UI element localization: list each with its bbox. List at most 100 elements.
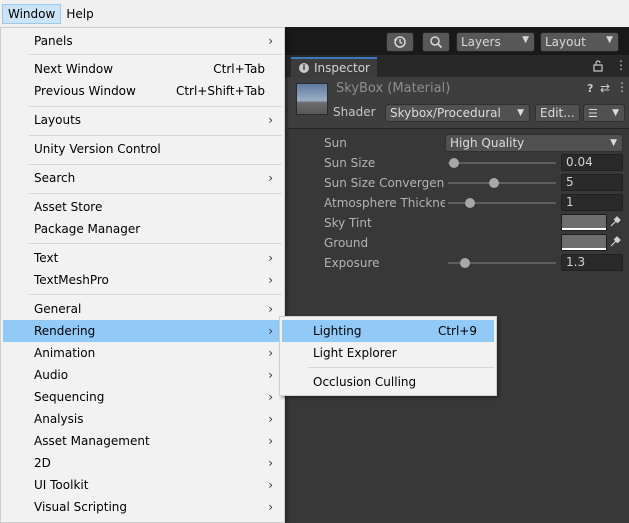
prop-sun-value: High Quality <box>450 136 525 150</box>
inspector-tab-label: Inspector <box>314 61 370 75</box>
menu-item-sequencing[interactable]: Sequencing › <box>3 386 282 408</box>
menu-item-package-manager[interactable]: Package Manager <box>3 218 282 240</box>
menu-item-general[interactable]: General › <box>3 298 282 320</box>
menu-item-label: Animation <box>34 346 96 360</box>
menu-item-label: Panels <box>34 34 73 48</box>
help-icon[interactable]: ? <box>587 82 593 95</box>
editor-toolbar: Layers ▼ Layout ▼ <box>283 27 629 55</box>
menu-item-previous-window[interactable]: Previous Window Ctrl+Shift+Tab <box>3 80 282 102</box>
prop-exposure-slider-handle[interactable] <box>460 258 470 268</box>
history-button[interactable] <box>386 32 414 52</box>
menu-separator <box>29 164 282 165</box>
prop-atmosphere-thickness-slider-handle[interactable] <box>465 198 475 208</box>
shader-value: Skybox/Procedural <box>390 106 501 120</box>
menu-item-label: Package Manager <box>34 222 141 236</box>
layers-dropdown[interactable]: Layers ▼ <box>456 32 535 52</box>
prop-sky-tint-label: Sky Tint <box>324 216 372 230</box>
prop-sun-size-field[interactable]: 0.04 <box>561 154 623 171</box>
menu-item-layouts[interactable]: Layouts › <box>3 109 282 131</box>
menu-item-text[interactable]: Text › <box>3 247 282 269</box>
menu-item-unity-version-control[interactable]: Unity Version Control <box>3 138 282 160</box>
list-icon: ☰ <box>588 107 598 120</box>
chevron-right-icon: › <box>268 113 273 127</box>
menu-item-label: 2D <box>34 456 51 470</box>
menu-item-occlusion-culling[interactable]: Occlusion Culling <box>282 371 494 393</box>
menu-item-rendering[interactable]: Rendering › <box>3 320 282 342</box>
settings-sliders-icon[interactable]: ⇄ <box>600 81 610 95</box>
prop-sun-size-convergence-slider[interactable] <box>448 182 556 184</box>
menu-item-shortcut: Ctrl+Shift+Tab <box>175 84 265 98</box>
tab-inspector[interactable]: i Inspector <box>291 57 377 77</box>
lock-icon[interactable] <box>593 60 603 72</box>
menu-bar: Window Help <box>0 0 629 27</box>
menu-item-visual-scripting[interactable]: Visual Scripting › <box>3 496 282 518</box>
menu-item-panels[interactable]: Panels › <box>3 30 282 52</box>
chevron-right-icon: › <box>268 478 273 492</box>
history-icon <box>394 36 406 48</box>
material-preview-thumbnail <box>296 83 328 115</box>
menu-separator <box>29 243 282 244</box>
menu-item-textmeshpro[interactable]: TextMeshPro › <box>3 269 282 291</box>
window-menu: Panels › Next Window Ctrl+Tab Previous W… <box>0 27 285 523</box>
menu-item-light-explorer[interactable]: Light Explorer <box>282 342 494 364</box>
eyedropper-icon[interactable] <box>609 216 621 228</box>
menu-separator <box>308 367 494 368</box>
search-button[interactable] <box>422 32 450 52</box>
menu-help[interactable]: Help <box>61 4 98 24</box>
menu-item-label: Unity Version Control <box>34 142 161 156</box>
menu-item-label: Text <box>34 251 59 265</box>
chevron-right-icon: › <box>268 34 273 48</box>
layout-dropdown[interactable]: Layout ▼ <box>540 32 619 52</box>
shader-options-button[interactable]: ☰ ▼ <box>583 104 625 122</box>
menu-item-label: Layouts <box>34 113 82 127</box>
more-options-icon[interactable]: ⋮ <box>615 58 627 72</box>
chevron-right-icon: › <box>268 390 273 404</box>
rendering-submenu: Lighting Ctrl+9 Light Explorer Occlusion… <box>279 316 497 396</box>
chevron-down-icon: ▼ <box>517 108 524 118</box>
chevron-down-icon: ▼ <box>612 108 619 118</box>
shader-dropdown[interactable]: Skybox/Procedural ▼ <box>385 104 530 122</box>
menu-item-label: Analysis <box>34 412 84 426</box>
menu-item-audio[interactable]: Audio › <box>3 364 282 386</box>
prop-sun-size-slider[interactable] <box>448 162 556 164</box>
menu-separator <box>29 193 282 194</box>
prop-sun-dropdown[interactable]: High Quality ▼ <box>445 134 623 152</box>
menu-item-asset-management[interactable]: Asset Management › <box>3 430 282 452</box>
menu-item-2d[interactable]: 2D › <box>3 452 282 474</box>
chevron-right-icon: › <box>268 273 273 287</box>
more-options-icon[interactable]: ⋮ <box>616 80 628 94</box>
eyedropper-icon[interactable] <box>609 236 621 248</box>
prop-sun-size-convergence-slider-handle[interactable] <box>489 178 499 188</box>
prop-exposure-field[interactable]: 1.3 <box>561 254 623 271</box>
menu-item-label: Rendering <box>34 324 96 338</box>
prop-ground-label: Ground <box>324 236 369 250</box>
prop-atmosphere-thickness-field[interactable]: 1 <box>561 194 623 211</box>
prop-sun-label: Sun <box>324 136 347 150</box>
material-name: SkyBox (Material) <box>336 81 451 96</box>
menu-item-label: Occlusion Culling <box>313 375 417 389</box>
prop-sun-size-slider-handle[interactable] <box>449 158 459 168</box>
menu-item-label: UI Toolkit <box>34 478 89 492</box>
layout-label: Layout <box>545 35 586 49</box>
shader-edit-button[interactable]: Edit... <box>535 104 580 122</box>
menu-item-ui-toolkit[interactable]: UI Toolkit › <box>3 474 282 496</box>
menu-item-label: Search <box>34 171 76 185</box>
menu-item-label: Visual Scripting <box>34 500 127 514</box>
menu-separator <box>29 106 282 107</box>
prop-ground-color-swatch[interactable] <box>561 234 607 251</box>
menu-item-label: Asset Store <box>34 200 103 214</box>
menu-item-next-window[interactable]: Next Window Ctrl+Tab <box>3 58 282 80</box>
menu-item-lighting[interactable]: Lighting Ctrl+9 <box>282 320 494 342</box>
menu-window[interactable]: Window <box>2 3 62 24</box>
menu-item-search[interactable]: Search › <box>3 167 282 189</box>
menu-separator <box>29 294 282 295</box>
chevron-right-icon: › <box>268 368 273 382</box>
menu-item-animation[interactable]: Animation › <box>3 342 282 364</box>
prop-sky-tint-color-swatch[interactable] <box>561 214 607 231</box>
menu-item-asset-store[interactable]: Asset Store <box>3 196 282 218</box>
menu-separator <box>29 135 282 136</box>
menu-item-analysis[interactable]: Analysis › <box>3 408 282 430</box>
chevron-down-icon: ▼ <box>606 35 613 45</box>
menu-separator <box>29 54 282 55</box>
prop-sun-size-convergence-field[interactable]: 5 <box>561 174 623 191</box>
